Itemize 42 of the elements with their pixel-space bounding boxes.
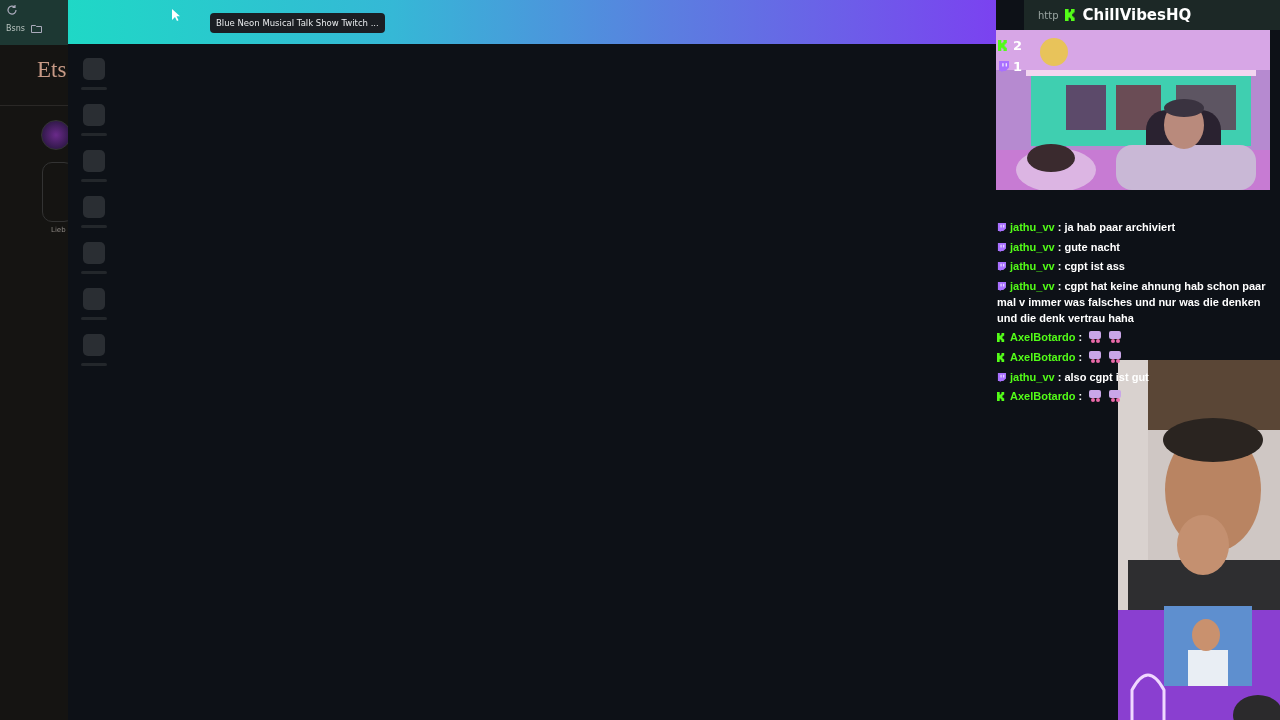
chat-message: jathu_vv : ja hab paar archiviert [997,219,1276,235]
logo-icon [997,352,1006,362]
logo-icon [1064,9,1077,21]
site-title: Ets [37,57,68,83]
pointer-icon [172,9,180,21]
placeholder-tile [83,242,105,264]
reload-icon[interactable] [6,4,18,16]
placeholder-tile [83,58,105,80]
chat-message: jathu_vv : gute nacht [997,238,1276,255]
placeholder-tile [83,196,105,218]
url-text: http [1038,9,1059,21]
chat-bubble-icon [997,223,1006,232]
folder-icon[interactable] [30,24,42,33]
emote-icon [1108,390,1123,403]
chat-bubble-icon [997,281,1006,291]
emote-icon [1108,350,1123,363]
emote-icon [1088,331,1103,344]
emote-icon [1088,350,1103,363]
channel-name: ChillVibesHQ [1082,6,1192,24]
emote-icon [1088,390,1103,403]
chat-bubble-icon [997,372,1006,382]
placeholder-tile [83,334,105,356]
placeholder-tile [83,150,105,172]
chat-message: AxelBotardo : [997,348,1276,365]
chat-message: AxelBotardo : [997,329,1276,346]
chat-bubble-icon [998,61,1009,72]
logo-icon [997,333,1006,343]
logo-icon [997,392,1006,402]
bookmark-link[interactable]: Bsns [6,24,25,33]
emote-icon [1108,331,1123,344]
placeholder-tile [83,104,105,126]
chat-message: AxelBotardo : [997,388,1276,405]
chat-bubble-icon [997,262,1006,272]
chat-message: jathu_vv : cgpt ist ass [997,258,1276,275]
chat-message: jathu_vv : cgpt hat keine ahnung hab schon paar mal v immer was falsches und nur was die denken und die denk vertrau haha [997,278,1267,326]
logo-icon [998,40,1009,51]
tooltip: Blue Neon Musical Talk Show Twitch ... [210,13,385,33]
placeholder-tile [83,288,105,310]
chat-bubble-icon [997,242,1006,252]
viewer-count: 1 [1013,59,1023,74]
avatar [41,120,68,150]
viewer-count: 2 [1013,38,1023,53]
